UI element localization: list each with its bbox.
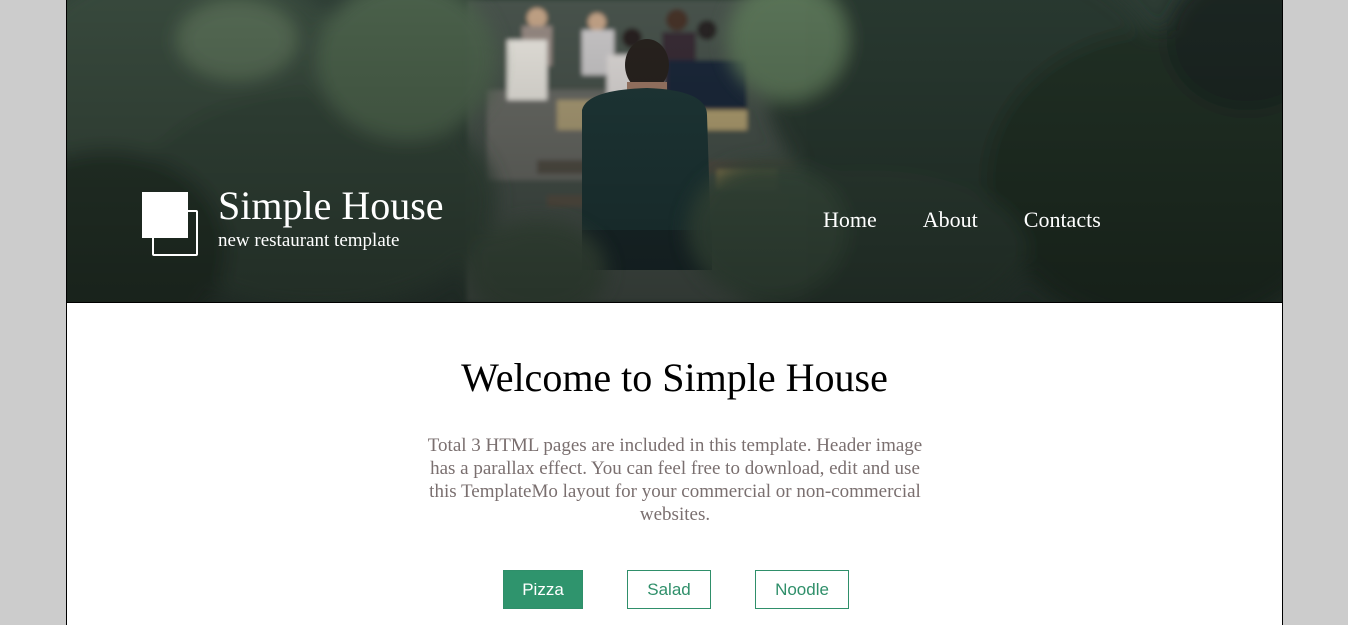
site-title[interactable]: Simple House — [218, 182, 444, 230]
logo-icon[interactable] — [142, 192, 204, 260]
tab-noodle[interactable]: Noodle — [755, 570, 849, 609]
nav-home-link[interactable]: Home — [823, 205, 877, 235]
page: Simple House new restaurant template Hom… — [66, 0, 1283, 625]
menu-category-tabs: Pizza Salad Noodle — [503, 570, 849, 609]
nav-about-link[interactable]: About — [923, 205, 978, 235]
tab-salad[interactable]: Salad — [627, 570, 711, 609]
tab-pizza[interactable]: Pizza — [503, 570, 583, 609]
page-heading: Welcome to Simple House — [461, 355, 888, 400]
hero-header: Simple House new restaurant template Hom… — [67, 0, 1282, 303]
intro-paragraph: Total 3 HTML pages are included in this … — [427, 435, 923, 525]
hero-background-image — [67, 0, 1282, 302]
main-nav: Home About Contacts — [823, 205, 1101, 235]
nav-contacts-link[interactable]: Contacts — [1024, 205, 1101, 235]
logo-filled-square — [142, 192, 188, 238]
site-tagline: new restaurant template — [218, 230, 400, 251]
